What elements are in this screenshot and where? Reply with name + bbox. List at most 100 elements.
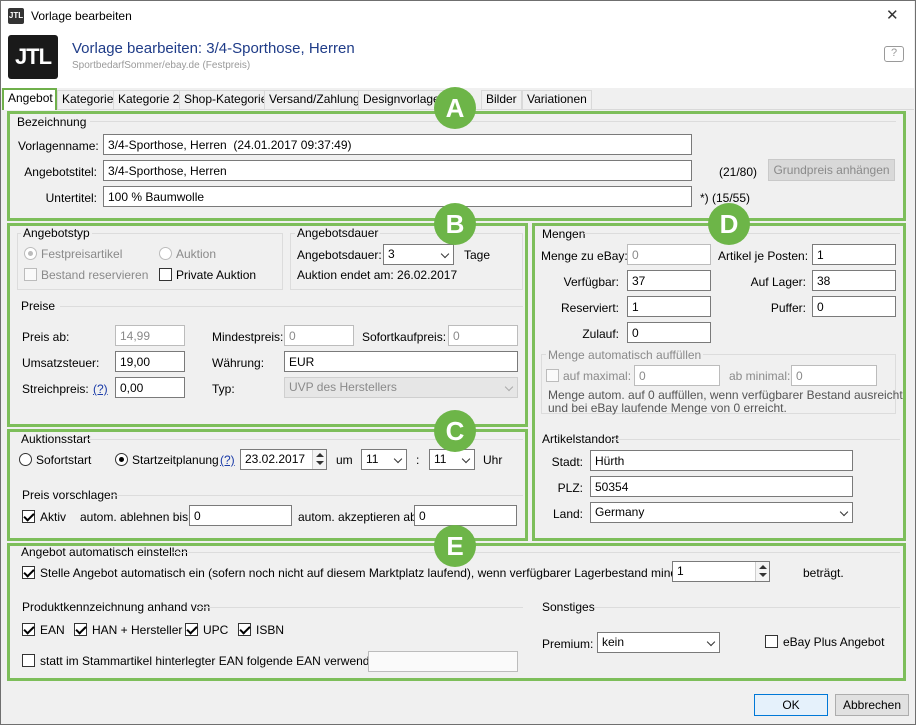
stunde-select[interactable]: 11 bbox=[361, 449, 407, 470]
streichpreis-help-link[interactable]: (?) bbox=[93, 382, 108, 396]
auffuellen-checkbox[interactable] bbox=[546, 369, 559, 382]
lagerbestand-input[interactable]: 1 bbox=[672, 561, 770, 582]
close-icon[interactable]: ✕ bbox=[886, 6, 899, 24]
land-value: Germany bbox=[595, 505, 645, 519]
tab-kategorie[interactable]: Kategorie bbox=[57, 90, 119, 109]
date-spinner-icon[interactable] bbox=[312, 450, 326, 469]
untertitel-input[interactable] bbox=[103, 186, 692, 207]
upc-checkbox[interactable] bbox=[185, 623, 198, 636]
tab-angebot[interactable]: Angebot bbox=[2, 88, 57, 110]
minute-value: 11 bbox=[434, 452, 447, 466]
group-line bbox=[110, 495, 523, 496]
ebay-plus-checkbox[interactable] bbox=[765, 635, 778, 648]
chevron-down-icon bbox=[461, 454, 471, 464]
zulauf-label: Zulauf: bbox=[582, 327, 619, 341]
tab-variationen[interactable]: Variationen bbox=[522, 90, 592, 109]
privat-checkbox[interactable] bbox=[159, 268, 172, 281]
ok-button[interactable]: OK bbox=[754, 694, 828, 716]
plz-input[interactable] bbox=[590, 476, 853, 497]
min-label: ab minimal: bbox=[729, 369, 791, 383]
untertitel-label: Untertitel: bbox=[45, 191, 97, 205]
streichpreis-input[interactable] bbox=[115, 377, 185, 398]
group-line bbox=[196, 607, 523, 608]
verfuegbar-input[interactable] bbox=[627, 270, 711, 291]
festpreis-radio[interactable] bbox=[24, 247, 37, 260]
chevron-down-icon bbox=[440, 249, 450, 259]
group-line bbox=[60, 306, 523, 307]
angebotsdauer-select[interactable]: 3 bbox=[383, 244, 454, 265]
group-line bbox=[594, 607, 900, 608]
sofortstart-radio[interactable] bbox=[19, 453, 32, 466]
angebotsdauer-unit: Tage bbox=[464, 248, 491, 262]
chevron-down-icon bbox=[504, 382, 514, 392]
header-title: Vorlage bearbeiten: 3/4-Sporthose, Herre… bbox=[72, 40, 355, 57]
auktion-radio[interactable] bbox=[159, 247, 172, 260]
angebotsdauer-label: Angebotsdauer: bbox=[297, 248, 382, 262]
startdatum-input[interactable]: 23.02.2017 bbox=[240, 449, 327, 470]
isbn-checkbox[interactable] bbox=[238, 623, 251, 636]
tab-bilder[interactable]: Bilder bbox=[481, 90, 522, 109]
tab-kategorie-2[interactable]: Kategorie 2 bbox=[113, 90, 185, 109]
land-select[interactable]: Germany bbox=[590, 502, 853, 523]
ablehnen-label: autom. ablehnen bis: bbox=[80, 510, 192, 524]
min-input[interactable] bbox=[791, 365, 877, 386]
stadt-label: Stadt: bbox=[551, 455, 583, 469]
puffer-input[interactable] bbox=[812, 296, 896, 317]
tab-shop-kategorie[interactable]: Shop-Kategorie bbox=[179, 90, 273, 109]
bestand-checkbox[interactable] bbox=[24, 268, 37, 281]
grundpreis-button[interactable]: Grundpreis anhängen bbox=[768, 159, 895, 181]
marker-b: B bbox=[434, 203, 476, 245]
group-produktkennzeichnung: Produktkennzeichnung anhand von bbox=[22, 600, 211, 614]
ean-checkbox[interactable] bbox=[22, 623, 35, 636]
akzeptieren-input[interactable] bbox=[414, 505, 517, 526]
group-line bbox=[612, 439, 900, 440]
startzeitplanung-label: Startzeitplanung bbox=[132, 453, 219, 467]
preis-ab-input[interactable] bbox=[115, 325, 185, 346]
stadt-input[interactable] bbox=[590, 450, 853, 471]
han-label: HAN + Hersteller bbox=[92, 623, 183, 637]
reserviert-input[interactable] bbox=[627, 296, 711, 317]
plz-label: PLZ: bbox=[557, 481, 583, 495]
zu-ebay-input[interactable] bbox=[627, 244, 711, 265]
lagerbestand-value: 1 bbox=[677, 564, 684, 578]
stepper-icon[interactable] bbox=[755, 562, 769, 581]
stamm-ean-checkbox[interactable] bbox=[22, 654, 35, 667]
startdatum-value: 23.02.2017 bbox=[245, 452, 306, 466]
typ-select[interactable]: UVP des Herstellers bbox=[284, 377, 518, 398]
sofortkaufpreis-label: Sofortkaufpreis: bbox=[362, 330, 447, 344]
auffuellen-hinweis-2: und bei eBay laufende Menge von 0 erreic… bbox=[548, 401, 787, 415]
max-input[interactable] bbox=[634, 365, 720, 386]
sofortkaufpreis-input[interactable] bbox=[448, 325, 518, 346]
stamm-ean-label: statt im Stammartikel hinterlegter EAN f… bbox=[40, 654, 387, 668]
han-checkbox[interactable] bbox=[74, 623, 87, 636]
waehrung-input[interactable] bbox=[284, 351, 518, 372]
abbrechen-button[interactable]: Abbrechen bbox=[835, 694, 909, 716]
auto-einstellen-checkbox[interactable] bbox=[22, 566, 35, 579]
uhr-label: Uhr bbox=[483, 453, 503, 467]
zulauf-input[interactable] bbox=[627, 322, 711, 343]
help-chat-icon[interactable]: ? bbox=[884, 46, 904, 62]
startzeitplanung-radio[interactable] bbox=[115, 453, 128, 466]
angebotstitel-input[interactable] bbox=[103, 160, 692, 181]
tab-versand-zahlung[interactable]: Versand/Zahlung bbox=[264, 90, 365, 109]
akzeptieren-label: autom. akzeptieren ab: bbox=[298, 510, 421, 524]
premium-label: Premium: bbox=[542, 637, 594, 651]
tab-designvorlage[interactable]: Designvorlage bbox=[358, 90, 445, 109]
marker-d: D bbox=[708, 203, 750, 245]
typ-label: Typ: bbox=[212, 382, 235, 396]
ablehnen-input[interactable] bbox=[189, 505, 292, 526]
mindestpreis-input[interactable] bbox=[284, 325, 354, 346]
stamm-ean-input[interactable] bbox=[368, 651, 518, 672]
title-bar: JTL Vorlage bearbeiten ✕ bbox=[1, 1, 914, 30]
startzeit-help-link[interactable]: (?) bbox=[220, 453, 235, 467]
minute-select[interactable]: 11 bbox=[429, 449, 475, 470]
je-posten-label: Artikel je Posten: bbox=[718, 249, 809, 263]
aktiv-checkbox[interactable] bbox=[22, 510, 35, 523]
vorlagenname-input[interactable] bbox=[103, 134, 692, 155]
lager-input[interactable] bbox=[812, 270, 896, 291]
premium-select[interactable]: kein bbox=[597, 632, 720, 653]
je-posten-input[interactable] bbox=[812, 244, 896, 265]
max-label: auf maximal: bbox=[563, 369, 632, 383]
app-icon: JTL bbox=[8, 8, 24, 24]
umsatzsteuer-input[interactable] bbox=[115, 351, 185, 372]
